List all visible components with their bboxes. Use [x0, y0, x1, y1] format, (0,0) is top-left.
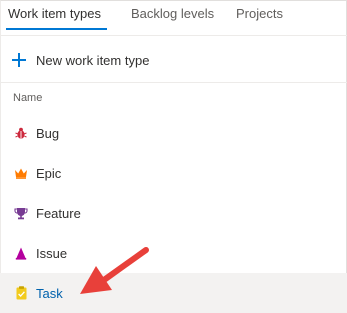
tab-bar: Work item types Backlog levels Projects: [0, 0, 347, 34]
clipboard-icon: [14, 286, 28, 300]
list-item-issue[interactable]: Issue: [0, 233, 347, 273]
column-header-name[interactable]: Name: [13, 92, 42, 104]
trophy-icon: [14, 206, 28, 220]
tab-work-item-types[interactable]: Work item types: [8, 6, 101, 21]
tab-backlog-levels[interactable]: Backlog levels: [131, 6, 214, 21]
list-item-label: Bug: [36, 125, 60, 141]
list-item-epic[interactable]: Epic: [0, 153, 347, 193]
active-tab-indicator: [6, 28, 107, 30]
list-item-label: Feature: [36, 205, 81, 221]
new-work-item-type-label: New work item type: [36, 52, 150, 68]
tab-divider: [0, 35, 347, 36]
work-item-type-list: Bug Epic Feature Issue Task: [0, 113, 347, 313]
list-item-label: Epic: [36, 165, 62, 181]
issue-icon: [14, 246, 28, 260]
list-item-task[interactable]: Task: [0, 273, 347, 313]
plus-icon: [12, 53, 26, 67]
list-item-label: Issue: [36, 245, 68, 261]
new-work-item-type-button[interactable]: New work item type: [8, 48, 208, 72]
bug-icon: [14, 126, 28, 140]
list-item-feature[interactable]: Feature: [0, 193, 347, 233]
tab-projects[interactable]: Projects: [236, 6, 283, 21]
list-item-label: Task: [36, 285, 63, 301]
crown-icon: [14, 166, 28, 180]
header-divider: [0, 82, 347, 83]
list-item-bug[interactable]: Bug: [0, 113, 347, 153]
